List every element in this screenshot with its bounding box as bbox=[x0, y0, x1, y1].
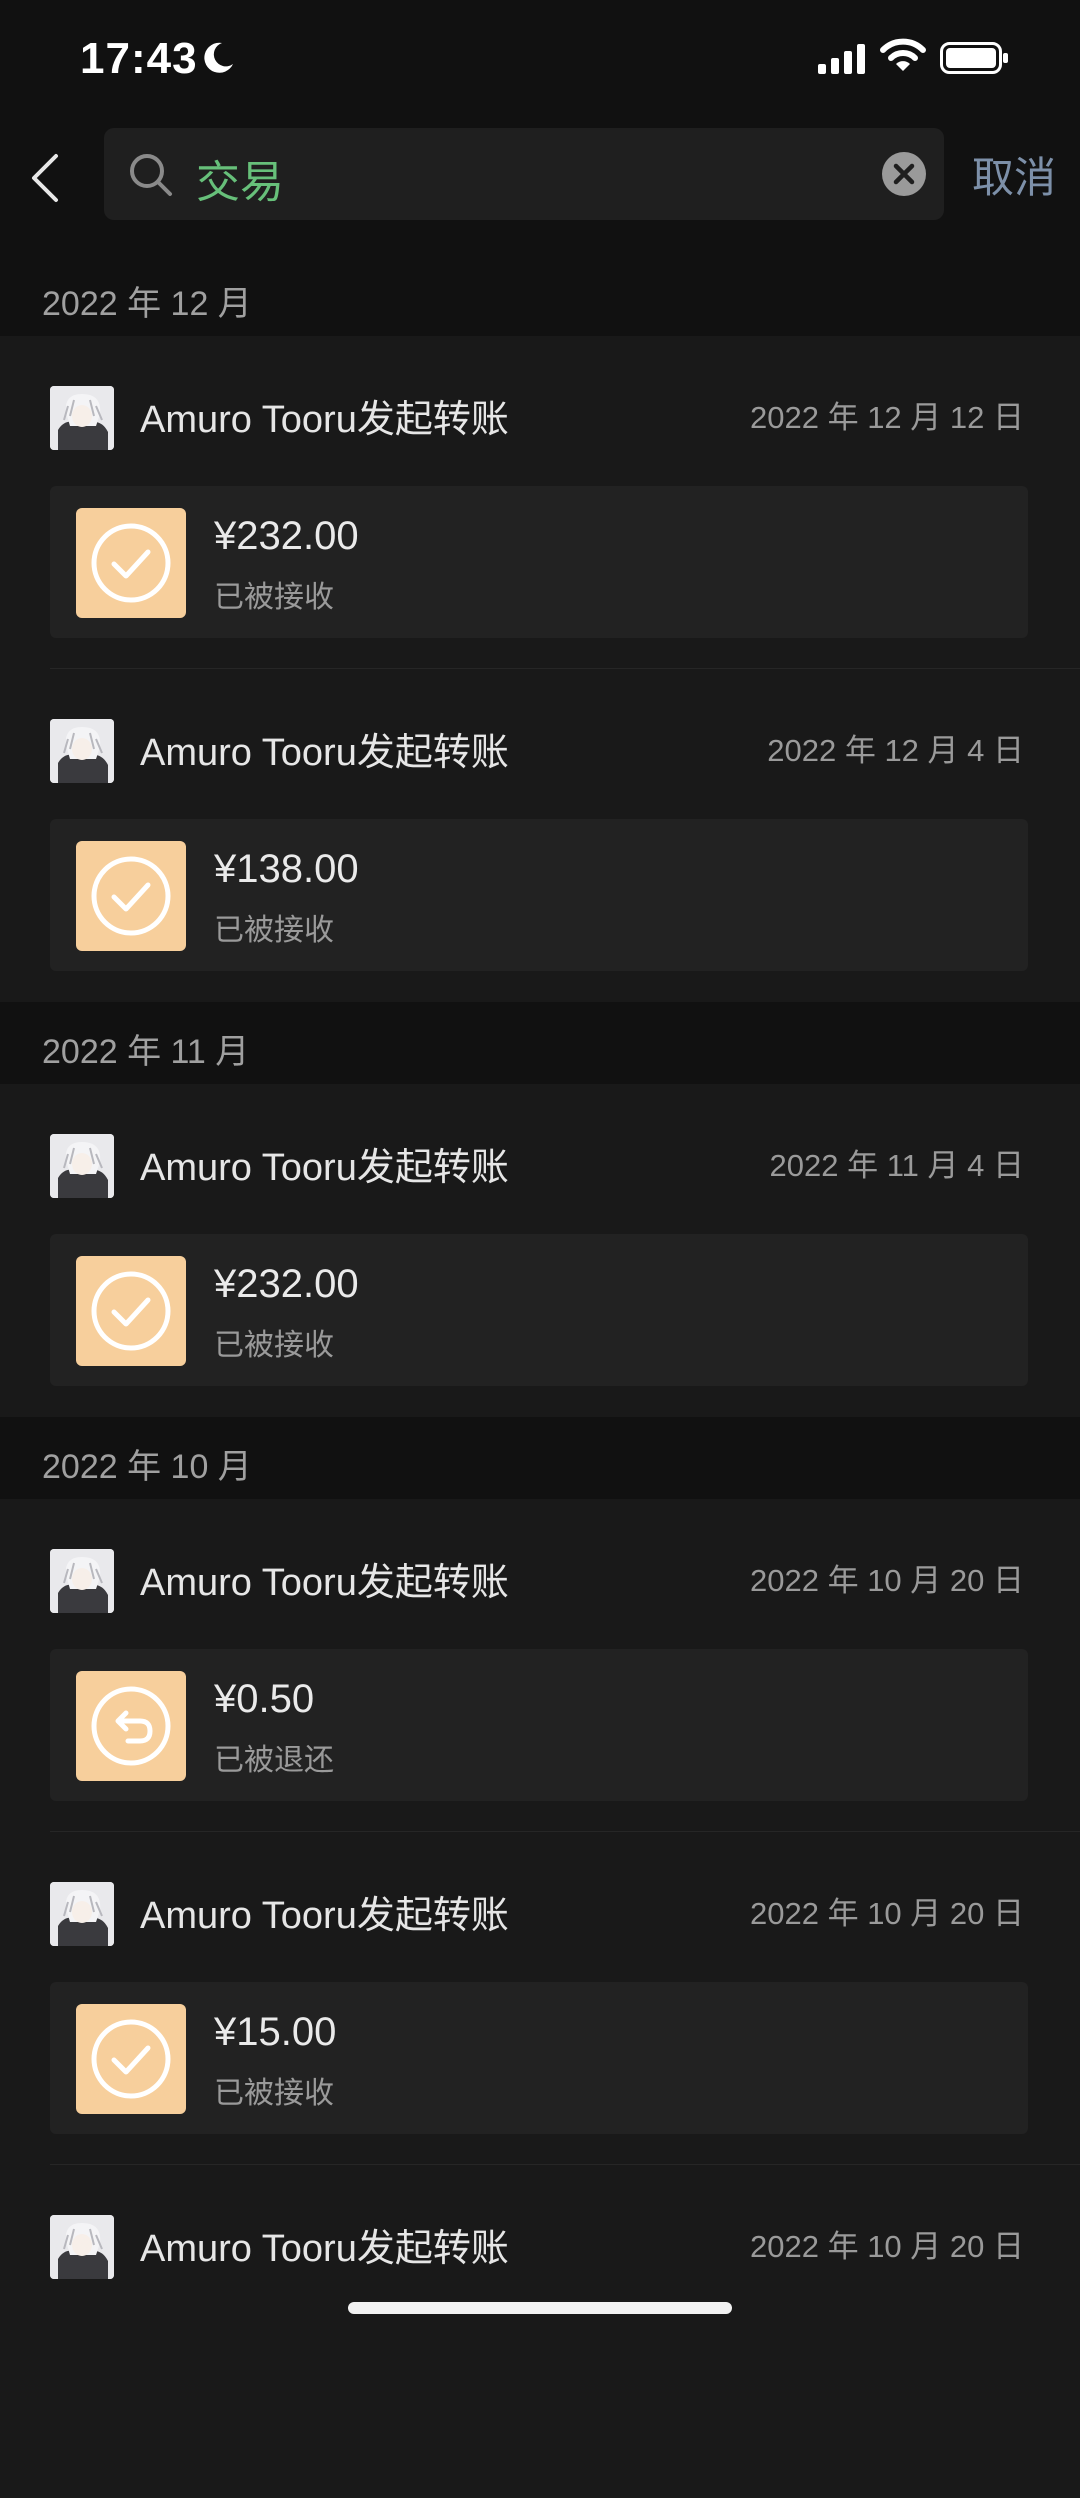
sender-name: Amuro Tooru发起转账 bbox=[140, 1147, 509, 1189]
search-input[interactable]: 交易 bbox=[104, 128, 944, 220]
transfer-card[interactable]: ¥15.00 已被接收 bbox=[50, 1982, 1028, 2134]
moon-icon bbox=[204, 42, 233, 73]
month-header: 2022 年 11 月 bbox=[0, 1002, 1080, 1084]
clear-search-button[interactable] bbox=[882, 152, 926, 196]
transfer-amount: ¥0.50 bbox=[214, 1677, 315, 1721]
transaction-list: 2022 年 12 月 Amuro Tooru发起转账 2022 年 12 月 … bbox=[0, 254, 1080, 2498]
avatar bbox=[50, 2215, 114, 2279]
transfer-amount: ¥15.00 bbox=[214, 2010, 337, 2054]
check-circle-icon bbox=[76, 508, 186, 618]
transaction-date: 2022 年 12 月 12 日 bbox=[750, 400, 1024, 435]
avatar bbox=[50, 1134, 114, 1198]
transaction-date: 2022 年 11 月 4 日 bbox=[769, 1148, 1024, 1183]
sender-name: Amuro Tooru发起转账 bbox=[140, 399, 509, 441]
avatar bbox=[50, 719, 114, 783]
month-label: 2022 年 11 月 bbox=[42, 1033, 250, 1071]
transfer-card[interactable]: ¥0.50 已被退还 bbox=[50, 1649, 1028, 1801]
back-icon[interactable] bbox=[22, 150, 72, 206]
return-circle-icon bbox=[76, 1671, 186, 1781]
transfer-status: 已被接收 bbox=[214, 581, 334, 614]
transfer-amount: ¥232.00 bbox=[214, 1262, 359, 1306]
transfer-status: 已被退还 bbox=[214, 1744, 334, 1777]
sender-name: Amuro Tooru发起转账 bbox=[140, 1562, 509, 1604]
battery-icon bbox=[940, 42, 1008, 74]
transfer-card[interactable]: ¥138.00 已被接收 bbox=[50, 819, 1028, 971]
month-header: 2022 年 12 月 bbox=[0, 254, 1080, 336]
search-header: 交易 取消 bbox=[0, 120, 1080, 230]
transaction-date: 2022 年 12 月 4 日 bbox=[767, 733, 1024, 768]
home-indicator[interactable] bbox=[348, 2302, 732, 2314]
transaction-item[interactable]: Amuro Tooru发起转账 2022 年 12 月 12 日 ¥232.00… bbox=[0, 336, 1080, 669]
status-bar: 17:43 bbox=[0, 0, 1080, 120]
avatar bbox=[50, 386, 114, 450]
sender-name: Amuro Tooru发起转账 bbox=[140, 1895, 509, 1937]
status-time: 17:43 bbox=[80, 34, 198, 83]
transfer-status: 已被接收 bbox=[214, 914, 334, 947]
wifi-icon bbox=[880, 38, 926, 71]
transaction-date: 2022 年 10 月 20 日 bbox=[750, 1563, 1024, 1598]
search-icon bbox=[130, 154, 172, 196]
transfer-amount: ¥232.00 bbox=[214, 514, 359, 558]
check-circle-icon bbox=[76, 1256, 186, 1366]
search-query[interactable]: 交易 bbox=[196, 146, 284, 210]
check-circle-icon bbox=[76, 2004, 186, 2114]
close-icon bbox=[893, 163, 915, 185]
transaction-item[interactable]: Amuro Tooru发起转账 2022 年 10 月 20 日 ¥15.00 … bbox=[0, 1832, 1080, 2165]
month-header: 2022 年 10 月 bbox=[0, 1417, 1080, 1499]
month-label: 2022 年 10 月 bbox=[42, 1448, 252, 1486]
transaction-item[interactable]: Amuro Tooru发起转账 2022 年 12 月 4 日 ¥138.00 … bbox=[0, 669, 1080, 1002]
transfer-amount: ¥138.00 bbox=[214, 847, 359, 891]
transaction-item[interactable]: Amuro Tooru发起转账 2022 年 11 月 4 日 ¥232.00 … bbox=[0, 1084, 1080, 1417]
transfer-status: 已被接收 bbox=[214, 2077, 334, 2110]
cellular-signal-icon bbox=[818, 44, 865, 74]
transaction-date: 2022 年 10 月 20 日 bbox=[750, 1896, 1024, 1931]
check-circle-icon bbox=[76, 841, 186, 951]
cancel-button[interactable]: 取消 bbox=[972, 144, 1056, 205]
transaction-item[interactable]: Amuro Tooru发起转账 2022 年 10 月 20 日 bbox=[0, 2165, 1080, 2498]
sender-name: Amuro Tooru发起转账 bbox=[140, 2228, 509, 2270]
transaction-date: 2022 年 10 月 20 日 bbox=[750, 2229, 1024, 2264]
transfer-status: 已被接收 bbox=[214, 1329, 334, 1362]
transaction-item[interactable]: Amuro Tooru发起转账 2022 年 10 月 20 日 ¥0.50 已… bbox=[0, 1499, 1080, 1832]
transfer-card[interactable]: ¥232.00 已被接收 bbox=[50, 1234, 1028, 1386]
month-label: 2022 年 12 月 bbox=[42, 285, 252, 323]
avatar bbox=[50, 1549, 114, 1613]
sender-name: Amuro Tooru发起转账 bbox=[140, 732, 509, 774]
transfer-card[interactable]: ¥232.00 已被接收 bbox=[50, 486, 1028, 638]
avatar bbox=[50, 1882, 114, 1946]
